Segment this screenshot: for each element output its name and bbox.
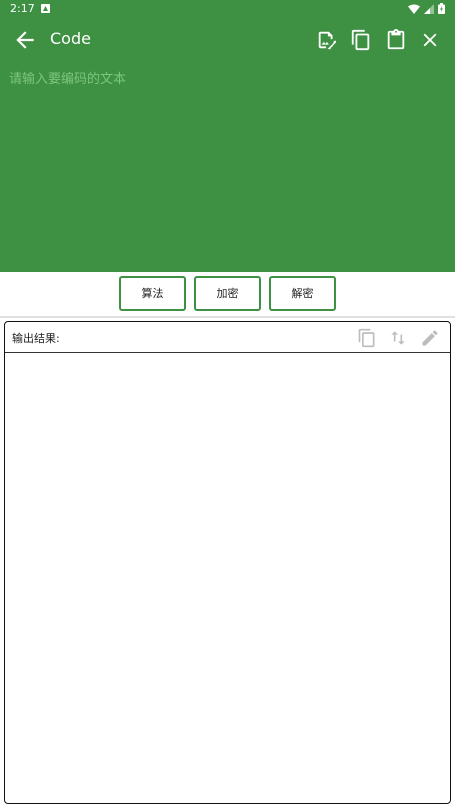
copy-button[interactable] [348, 27, 374, 53]
copy-icon [358, 328, 375, 348]
copy-icon [351, 29, 370, 51]
output-text[interactable] [5, 353, 450, 803]
status-time: 2:17 [10, 2, 35, 15]
close-icon [423, 33, 437, 47]
action-buttons-row: 算法 加密 解密 [0, 272, 455, 314]
status-icons [408, 3, 445, 14]
edit-icon [422, 330, 438, 346]
output-swap-button[interactable] [387, 327, 409, 349]
edit-file-icon [318, 31, 337, 50]
top-panel: 2:17 Code [0, 0, 455, 272]
status-bar: 2:17 [0, 0, 455, 18]
decrypt-button[interactable]: 解密 [269, 276, 336, 311]
back-button[interactable] [12, 27, 38, 53]
text-input[interactable] [0, 60, 455, 272]
app-title: Code [50, 29, 91, 48]
battery-icon [438, 3, 445, 14]
arrow-back-icon [16, 31, 34, 49]
edit-file-button[interactable] [314, 27, 340, 53]
output-panel: 输出结果: [4, 321, 451, 804]
wifi-icon [408, 4, 420, 14]
app-bar: Code [0, 18, 455, 60]
app-notification-icon [41, 4, 50, 13]
output-header: 输出结果: [5, 322, 450, 353]
algorithm-button[interactable]: 算法 [119, 276, 186, 311]
paste-icon [387, 29, 405, 50]
divider [0, 316, 455, 318]
output-edit-button[interactable] [419, 327, 441, 349]
encrypt-button[interactable]: 加密 [194, 276, 261, 311]
paste-button[interactable] [383, 27, 409, 53]
swap-icon [391, 331, 405, 345]
output-label: 输出结果: [12, 332, 60, 345]
signal-icon [424, 3, 434, 14]
output-copy-button[interactable] [356, 327, 378, 349]
close-button[interactable] [417, 27, 443, 53]
